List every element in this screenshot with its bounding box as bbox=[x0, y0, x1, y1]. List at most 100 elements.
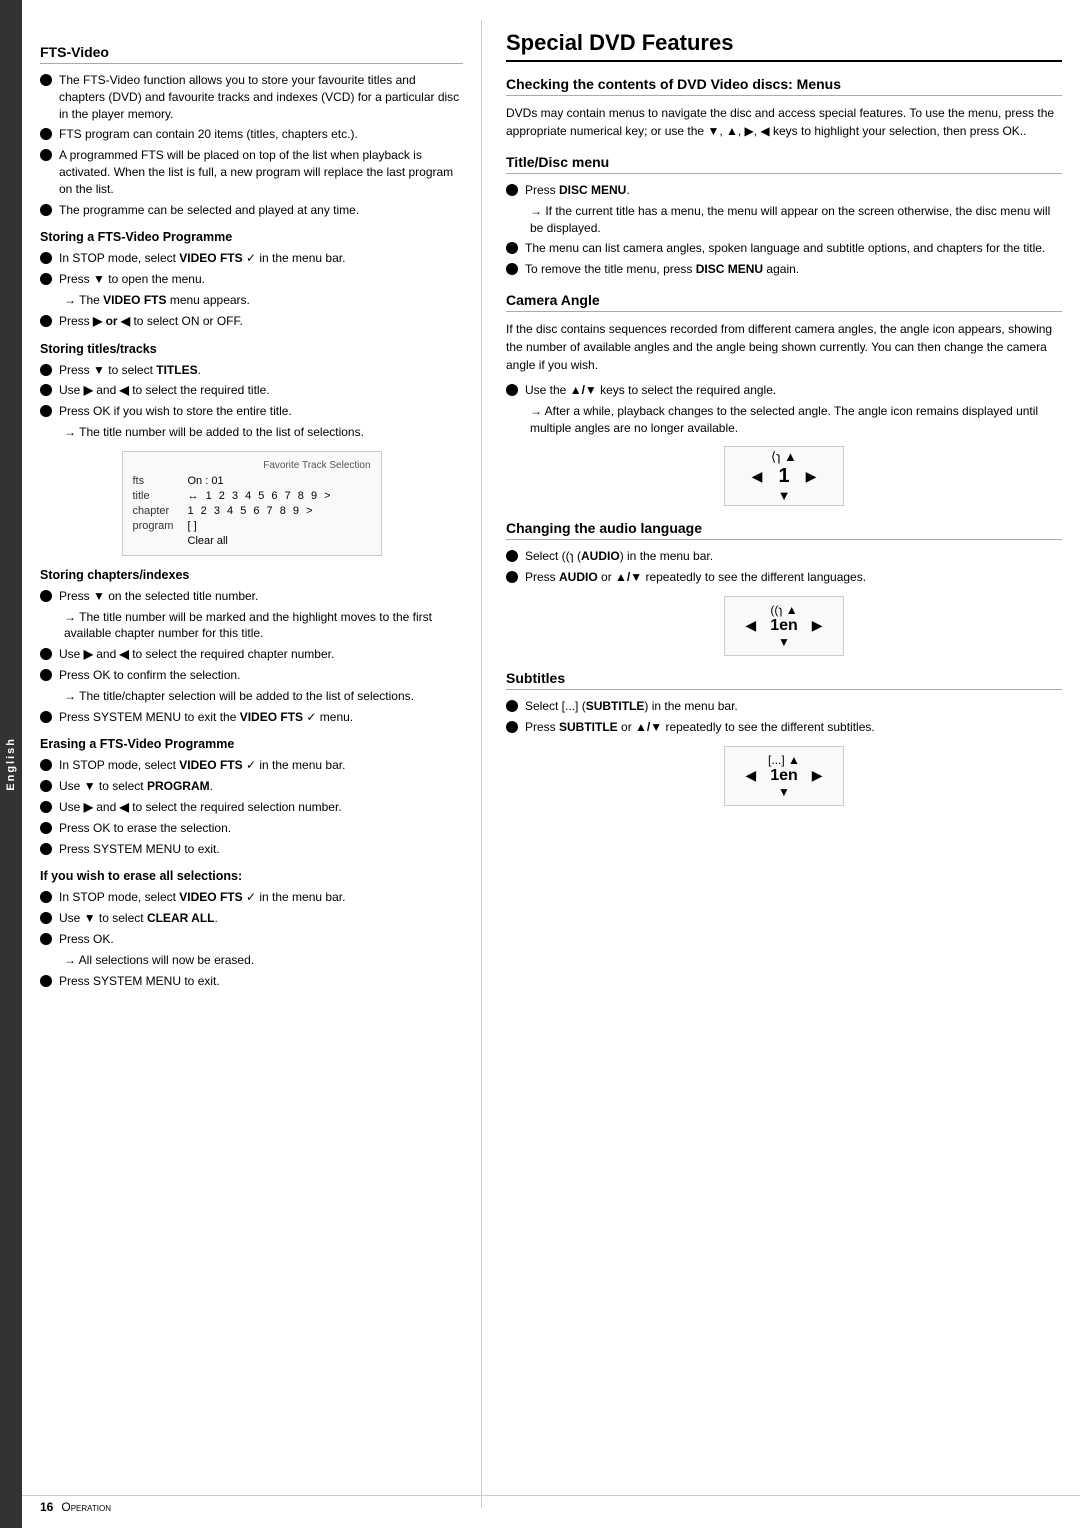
list-item: Press SYSTEM MENU to exit. bbox=[40, 973, 463, 990]
bullet-icon bbox=[40, 364, 52, 376]
bullet-icon bbox=[40, 74, 52, 86]
checking-dvd-body: DVDs may contain menus to navigate the d… bbox=[506, 104, 1062, 140]
storing-programme-title: Storing a FTS-Video Programme bbox=[40, 230, 463, 244]
audio-language-title: Changing the audio language bbox=[506, 520, 1062, 540]
list-item: Press AUDIO or ▲/▼ repeatedly to see the… bbox=[506, 569, 1062, 586]
right-column: Special DVD Features Checking the conten… bbox=[482, 20, 1080, 1508]
bullet-icon bbox=[40, 975, 52, 987]
main-title: Special DVD Features bbox=[506, 30, 1062, 62]
bullet-icon bbox=[40, 711, 52, 723]
list-item: Press ▼ to select TITLES. bbox=[40, 362, 463, 379]
list-item: The menu can list camera angles, spoken … bbox=[506, 240, 1062, 257]
bullet-icon bbox=[40, 315, 52, 327]
checking-dvd-title: Checking the contents of DVD Video discs… bbox=[506, 76, 1062, 96]
fts-on-value: On : 01 bbox=[188, 475, 224, 487]
bullet-icon bbox=[40, 252, 52, 264]
fts-intro-list: The FTS-Video function allows you to sto… bbox=[40, 72, 463, 218]
camera-arrow-left: ◀ bbox=[752, 468, 763, 485]
bullet-icon bbox=[40, 648, 52, 660]
fts-chapter-numbers: 1 2 3 4 5 6 7 8 9 > bbox=[188, 505, 315, 517]
title-disc-menu-title: Title/Disc menu bbox=[506, 154, 1062, 174]
camera-number: 1 bbox=[778, 465, 789, 488]
list-item: Press OK. bbox=[40, 931, 463, 948]
list-item: Select [...] (SUBTITLE) in the menu bar. bbox=[506, 698, 1062, 715]
fts-title-label: title bbox=[133, 490, 188, 502]
list-item: Press SYSTEM MENU to exit. bbox=[40, 841, 463, 858]
erasing-programme-list: In STOP mode, select VIDEO FTS ✓ in the … bbox=[40, 757, 463, 857]
list-item: → All selections will now be erased. bbox=[40, 952, 463, 969]
bullet-icon bbox=[40, 912, 52, 924]
audio-top-icon: ((ɿ ▲ bbox=[770, 603, 797, 617]
camera-diagram-inner: ⟨ɿ ▲ ◀ 1 ▶ ▼ bbox=[752, 449, 817, 503]
subtitle-row: ◀ 1en ▶ bbox=[745, 767, 822, 785]
camera-diagram-row: ◀ 1 ▶ bbox=[752, 465, 817, 488]
footer-page-number: 16 bbox=[40, 1500, 53, 1514]
erase-all-list: In STOP mode, select VIDEO FTS ✓ in the … bbox=[40, 889, 463, 989]
camera-arrow-right: ▶ bbox=[806, 468, 817, 485]
camera-icon-bottom: ▼ bbox=[778, 488, 791, 503]
list-item: → If the current title has a menu, the m… bbox=[506, 203, 1062, 237]
list-item: → The title number will be added to the … bbox=[40, 424, 463, 441]
list-item: Press ▶ or ◀ to select ON or OFF. bbox=[40, 313, 463, 330]
subtitle-arrow-right: ▶ bbox=[812, 767, 823, 784]
subtitle-diagram: [...] ▲ ◀ 1en ▶ ▼ bbox=[724, 746, 844, 806]
bullet-icon bbox=[40, 801, 52, 813]
fts-program-label: program bbox=[133, 520, 188, 532]
list-item: A programmed FTS will be placed on top o… bbox=[40, 147, 463, 197]
bullet-icon bbox=[40, 405, 52, 417]
bullet-icon bbox=[40, 822, 52, 834]
camera-icon-top: ⟨ɿ ▲ bbox=[771, 449, 797, 465]
list-item: Press SYSTEM MENU to exit the VIDEO FTS … bbox=[40, 709, 463, 726]
fts-label: fts bbox=[133, 475, 188, 487]
subtitle-diagram-inner: [...] ▲ ◀ 1en ▶ ▼ bbox=[745, 753, 822, 799]
fts-chapter-label: chapter bbox=[133, 505, 188, 517]
subtitle-arrow-left: ◀ bbox=[745, 767, 756, 784]
subtitles-title: Subtitles bbox=[506, 670, 1062, 690]
audio-lang: 1en bbox=[770, 617, 798, 635]
bullet-icon bbox=[506, 242, 518, 254]
fts-row-title: title ↔ 1 2 3 4 5 6 7 8 9 > bbox=[133, 490, 371, 502]
bullet-icon bbox=[40, 204, 52, 216]
list-item: Use ▶ and ◀ to select the required selec… bbox=[40, 799, 463, 816]
list-item: In STOP mode, select VIDEO FTS ✓ in the … bbox=[40, 250, 463, 267]
list-item: Press OK to erase the selection. bbox=[40, 820, 463, 837]
list-item: → The title/chapter selection will be ad… bbox=[40, 688, 463, 705]
list-item: To remove the title menu, press DISC MEN… bbox=[506, 261, 1062, 278]
fts-row-fts: fts On : 01 bbox=[133, 475, 371, 487]
camera-angle-body: If the disc contains sequences recorded … bbox=[506, 320, 1062, 374]
footer: 16 Operation bbox=[22, 1495, 1080, 1518]
bullet-icon bbox=[40, 843, 52, 855]
fts-title-numbers: ↔ 1 2 3 4 5 6 7 8 9 > bbox=[188, 490, 333, 502]
bullet-icon bbox=[506, 184, 518, 196]
storing-titles-title: Storing titles/tracks bbox=[40, 342, 463, 356]
list-item: Press OK if you wish to store the entire… bbox=[40, 403, 463, 420]
subtitle-top-icon: [...] ▲ bbox=[768, 753, 800, 767]
list-item: The FTS-Video function allows you to sto… bbox=[40, 72, 463, 122]
fts-clearall: Clear all bbox=[188, 535, 371, 547]
bullet-icon bbox=[506, 550, 518, 562]
fts-program-bracket: [ ] bbox=[188, 520, 197, 532]
bullet-icon bbox=[506, 700, 518, 712]
list-item: → The title number will be marked and th… bbox=[40, 609, 463, 643]
bullet-icon bbox=[40, 933, 52, 945]
left-column: FTS-Video The FTS-Video function allows … bbox=[22, 20, 482, 1508]
storing-chapters-list: Press ▼ on the selected title number. → … bbox=[40, 588, 463, 726]
footer-label: Operation bbox=[61, 1500, 111, 1514]
bullet-icon bbox=[506, 263, 518, 275]
list-item: Press SUBTITLE or ▲/▼ repeatedly to see … bbox=[506, 719, 1062, 736]
audio-diagram-inner: ((ɿ ▲ ◀ 1en ▶ ▼ bbox=[745, 603, 822, 649]
bullet-icon bbox=[40, 669, 52, 681]
bullet-icon bbox=[506, 571, 518, 583]
list-item: Press ▼ on the selected title number. bbox=[40, 588, 463, 605]
list-item: Press DISC MENU. bbox=[506, 182, 1062, 199]
bullet-icon bbox=[40, 590, 52, 602]
bullet-icon bbox=[40, 128, 52, 140]
list-item: Use the ▲/▼ keys to select the required … bbox=[506, 382, 1062, 399]
storing-titles-list: Press ▼ to select TITLES. Use ▶ and ◀ to… bbox=[40, 362, 463, 441]
storing-programme-list: In STOP mode, select VIDEO FTS ✓ in the … bbox=[40, 250, 463, 329]
fts-video-title: FTS-Video bbox=[40, 44, 463, 64]
audio-language-list: Select ((ɿ (AUDIO) in the menu bar. Pres… bbox=[506, 548, 1062, 586]
bullet-icon bbox=[506, 384, 518, 396]
list-item: → The VIDEO FTS menu appears. bbox=[40, 292, 463, 309]
bullet-icon bbox=[506, 721, 518, 733]
